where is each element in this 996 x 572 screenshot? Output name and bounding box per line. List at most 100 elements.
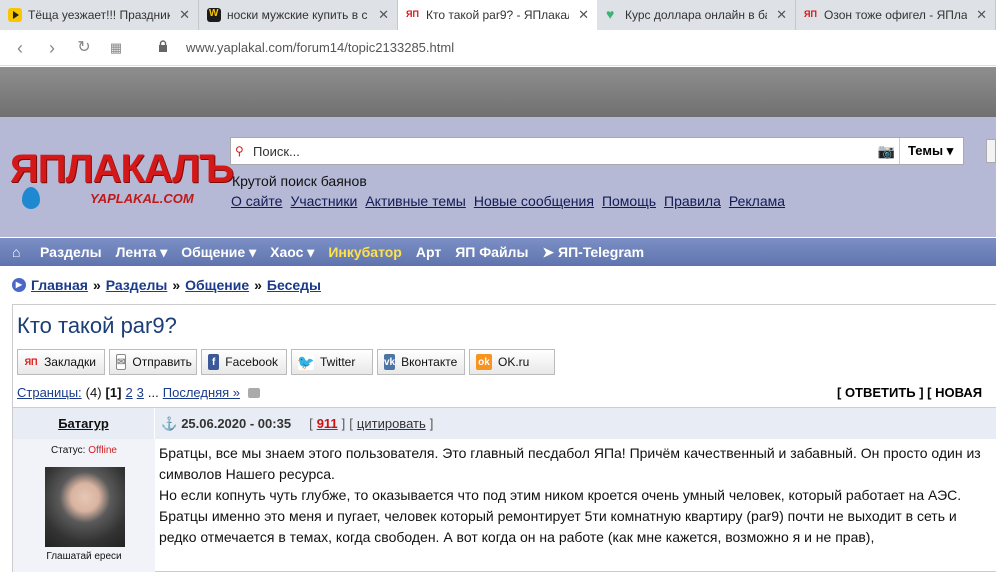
user-info: Статус: Offline Глашатай ереси (13, 439, 155, 572)
close-icon[interactable]: ✕ (179, 7, 190, 23)
heart-icon (605, 6, 619, 22)
page-link-last[interactable]: Последняя » (163, 385, 240, 400)
share-label: Закладки (44, 355, 96, 369)
status-label: Статус: (51, 445, 86, 456)
odnoklassniki-button[interactable]: ok OK.ru (469, 349, 555, 375)
rating-bracket: ] (341, 416, 346, 431)
menu-feed[interactable]: Лента ▾ (116, 244, 168, 261)
menu-telegram-label: ЯП-Telegram (558, 243, 645, 260)
pages-count: (4) (85, 385, 102, 400)
breadcrumb-home[interactable]: Главная (31, 277, 88, 293)
search-scope-select[interactable]: Темы ▾ (899, 138, 963, 164)
home-icon[interactable]: ⌂ (12, 245, 26, 259)
share-label: Отправить (132, 355, 192, 369)
cite-bracket: [ (349, 416, 353, 431)
reload-icon[interactable]: ↻ (74, 38, 94, 58)
youtube-icon (8, 8, 22, 22)
camera-icon[interactable]: 📷 (878, 143, 895, 160)
main-menu: ⌂ Разделы Лента ▾ Общение ▾ Хаос ▾ Инкуб… (0, 238, 996, 266)
topic-container: Кто такой par9? ЯП Закладки ✉ Отправить fF… (12, 304, 996, 572)
page-current: [1] (105, 385, 122, 400)
back-icon[interactable]: ‹ (10, 38, 30, 58)
post-header: Батагур ⚓ 25.06.2020 - 00:35 [ 911 ] [ ц… (13, 407, 996, 440)
lock-icon[interactable] (158, 40, 168, 53)
link-active-topics[interactable]: Активные темы (365, 193, 466, 209)
tear-drop-icon (22, 187, 40, 209)
share-bar: ЯП Закладки ✉ Отправить f Facebook 🐦 Twitter… (17, 349, 555, 375)
reply-actions[interactable]: [ ОТВЕТИТЬ ] [ НОВАЯ (837, 385, 982, 400)
post-paragraph: Братцы, все мы знаем этого пользователя.… (159, 445, 981, 482)
post-rating[interactable]: 911 (317, 416, 338, 432)
scroll-down-icon[interactable] (248, 387, 261, 398)
tab-label: Курс доллара онлайн в ба (625, 8, 767, 22)
pages-label: Страницы: (17, 385, 82, 400)
site-logo[interactable]: ЯПЛАКАЛЪ YAPLAKAL.COM (10, 147, 234, 217)
browser-tab[interactable]: Озон тоже офигел - ЯПлак ✕ (796, 0, 996, 30)
link-new-posts[interactable]: Новые сообщения (474, 193, 594, 209)
avatar[interactable] (45, 467, 125, 547)
quote-link[interactable]: цитировать (357, 416, 426, 432)
telegram-icon: ➤ (542, 243, 555, 260)
tab-label: Озон тоже офигел - ЯПлак (824, 8, 967, 22)
close-icon[interactable]: ✕ (776, 7, 787, 23)
yaplakal-icon: ЯП (24, 357, 38, 367)
search-box[interactable]: ⚲ Поиск... 📷 Темы ▾ (230, 137, 964, 165)
url-field[interactable]: www.yaplakal.com/forum14/topic2133285.ht… (186, 40, 454, 55)
vkontakte-button[interactable]: vk Вконтакте (377, 349, 465, 375)
send-button[interactable]: ✉ Отправить (109, 349, 197, 375)
search-input[interactable]: Поиск... (253, 144, 300, 159)
share-label: Facebook (225, 355, 278, 369)
browser-tabstrip: Тёща уезжает!!! Праздник ✕ носки мужские… (0, 0, 996, 30)
breadcrumb-talks[interactable]: Беседы (267, 277, 321, 293)
browser-tab[interactable]: Курс доллара онлайн в ба ✕ (597, 0, 796, 30)
vk-icon: vk (384, 354, 396, 370)
post-date: 25.06.2020 - 00:35 (181, 416, 292, 431)
post-meta: ⚓ 25.06.2020 - 00:35 [ 911 ] [ цитироват… (161, 416, 433, 432)
facebook-button[interactable]: f Facebook (201, 349, 287, 375)
ok-icon: ok (476, 354, 492, 370)
bookmarks-button[interactable]: ЯП Закладки (17, 349, 105, 375)
close-icon[interactable]: ✕ (578, 7, 589, 23)
forward-icon[interactable]: › (42, 38, 62, 58)
share-label: Twitter (320, 355, 356, 369)
menu-files[interactable]: ЯП Файлы (455, 244, 528, 260)
site-header: ЯПЛАКАЛЪ YAPLAKAL.COM ⚲ Поиск... 📷 Темы … (0, 117, 996, 237)
anchor-icon[interactable]: ⚓ (161, 416, 177, 432)
menu-art[interactable]: Арт (416, 244, 441, 260)
post-body: Братцы, все мы знаем этого пользователя.… (159, 443, 996, 548)
search-button[interactable] (986, 139, 996, 163)
breadcrumb-chat[interactable]: Общение (185, 277, 249, 293)
link-ads[interactable]: Реклама (729, 193, 785, 209)
pagination: Страницы: (4) [1] 2 3 ... Последняя » (17, 385, 261, 400)
breadcrumb-separator: » (172, 277, 181, 293)
logo-subtitle: YAPLAKAL.COM (90, 191, 194, 206)
share-label: Вконтакте (401, 355, 458, 369)
link-about[interactable]: О сайте (231, 193, 282, 209)
apps-grid-icon[interactable]: ▦ (106, 38, 126, 58)
menu-sections[interactable]: Разделы (40, 244, 102, 260)
close-icon[interactable]: ✕ (378, 7, 389, 23)
post-paragraph: Братцы именно это меня и пугает, человек… (159, 508, 957, 545)
browser-tab-active[interactable]: Кто такой par9? - ЯПлакал ✕ (398, 0, 597, 30)
page-link-2[interactable]: 2 (125, 385, 132, 400)
cite-bracket: ] (429, 416, 434, 431)
tab-label: носки мужские купить в с (227, 8, 368, 22)
breadcrumb-separator: » (254, 277, 262, 293)
browser-tab[interactable]: носки мужские купить в с ✕ (199, 0, 398, 30)
link-rules[interactable]: Правила (664, 193, 721, 209)
play-circle-icon: ▶ (12, 278, 26, 292)
menu-chat[interactable]: Общение ▾ (181, 244, 256, 261)
menu-incubator[interactable]: Инкубатор (328, 244, 402, 260)
browser-tab[interactable]: Тёща уезжает!!! Праздник ✕ (0, 0, 199, 30)
menu-telegram[interactable]: ➤ ЯП-Telegram (542, 244, 644, 261)
close-icon[interactable]: ✕ (976, 7, 987, 23)
link-members[interactable]: Участники (290, 193, 357, 209)
twitter-button[interactable]: 🐦 Twitter (291, 349, 373, 375)
breadcrumb-sections[interactable]: Разделы (106, 277, 168, 293)
menu-chaos[interactable]: Хаос ▾ (270, 244, 314, 261)
link-help[interactable]: Помощь (602, 193, 656, 209)
post-author[interactable]: Батагур (13, 408, 155, 440)
page-link-3[interactable]: 3 (137, 385, 144, 400)
wildberries-icon (207, 8, 221, 22)
status-value: Offline (88, 445, 117, 456)
